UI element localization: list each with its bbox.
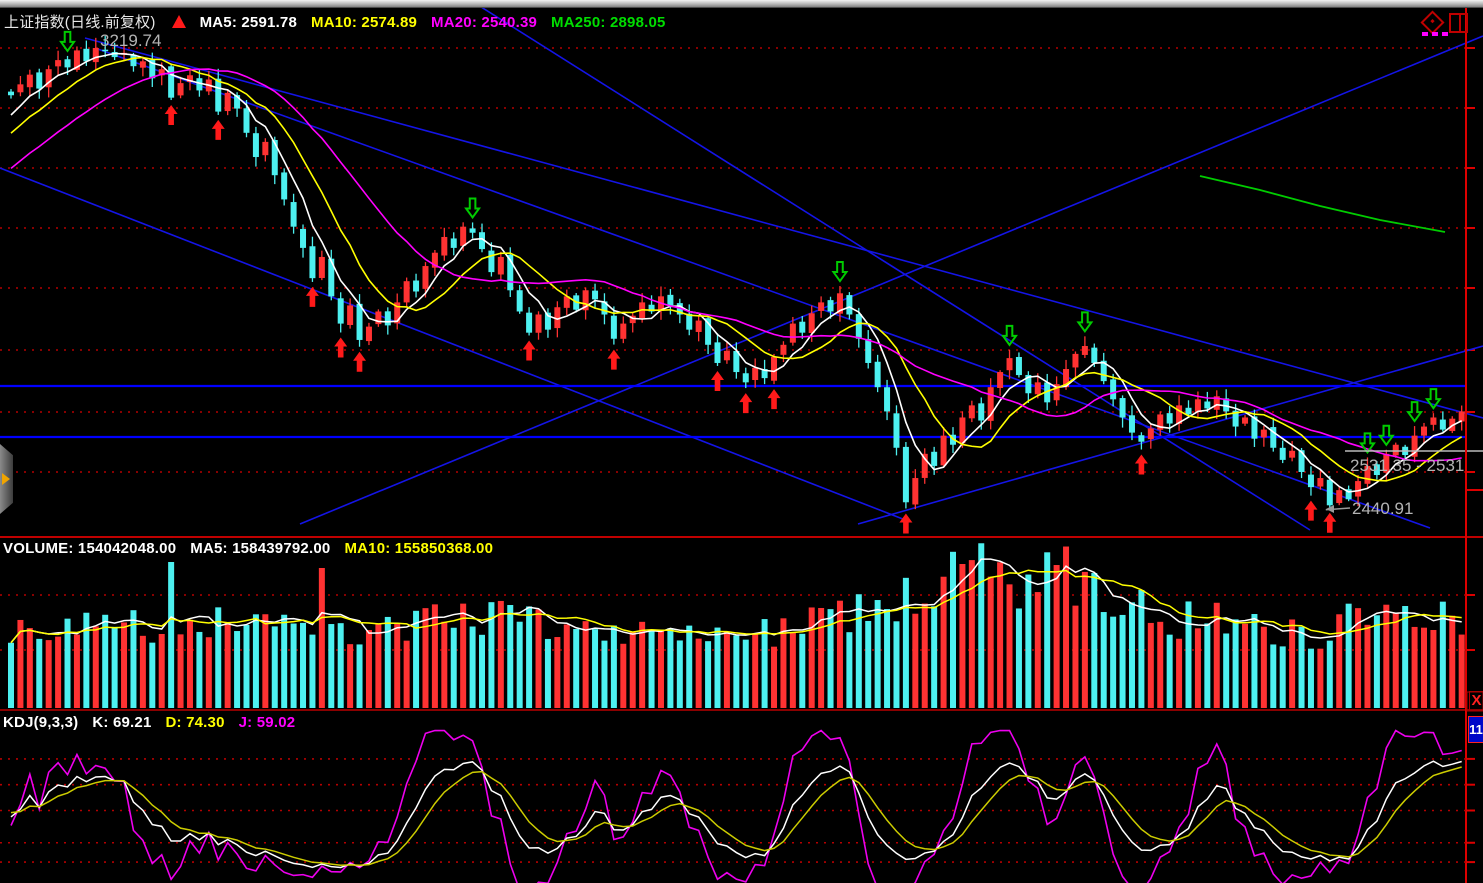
price-range-label: 2531.35 - 2531 — [1350, 456, 1464, 476]
up-arrow-icon — [172, 15, 186, 28]
volume-ma10-value[interactable]: MA10: 155850368.00 — [344, 540, 493, 557]
symbol-title: 上证指数(日线.前复权) — [4, 14, 156, 31]
indicator-close-button[interactable]: X — [1469, 691, 1483, 711]
kdj-d-value: D: 74.30 — [166, 714, 225, 731]
ma250-value[interactable]: MA250: 2898.05 — [551, 14, 666, 31]
sidebar-expand-handle[interactable] — [0, 444, 13, 514]
kdj-k-value: K: 69.21 — [92, 714, 151, 731]
period-badge[interactable]: 11 — [1468, 716, 1483, 743]
toolbar-edge-strip — [0, 0, 1483, 8]
volume-header: VOLUME: 154042048.00 MA5: 158439792.00 MA1… — [3, 540, 507, 557]
ma5-value[interactable]: MA5: 2591.78 — [200, 14, 297, 31]
main-chart-header: 上证指数(日线.前复权) MA5: 2591.78 MA10: 2574.89 MA2… — [4, 11, 680, 32]
chart-application: 上证指数(日线.前复权) MA5: 2591.78 MA10: 2574.89 MA2… — [0, 0, 1483, 883]
kdj-header: KDJ(9,3,3) K: 69.21 D: 74.30 J: 59.02 — [3, 714, 309, 731]
peak-price-label: 3219.74 — [100, 31, 161, 51]
split-window-icon[interactable] — [1449, 13, 1468, 33]
volume-ma5-value[interactable]: MA5: 158439792.00 — [190, 540, 330, 557]
kdj-indicator-label[interactable]: KDJ(9,3,3) — [3, 714, 78, 731]
kdj-j-value: J: 59.02 — [239, 714, 296, 731]
price-volume-kdj-chart[interactable] — [0, 0, 1483, 883]
volume-value[interactable]: VOLUME: 154042048.00 — [3, 540, 176, 557]
ma10-value[interactable]: MA10: 2574.89 — [311, 14, 417, 31]
ma20-value[interactable]: MA20: 2540.39 — [431, 14, 537, 31]
low-price-label: 2440.91 — [1352, 499, 1413, 519]
ellipsis-icon[interactable] — [1422, 32, 1456, 36]
